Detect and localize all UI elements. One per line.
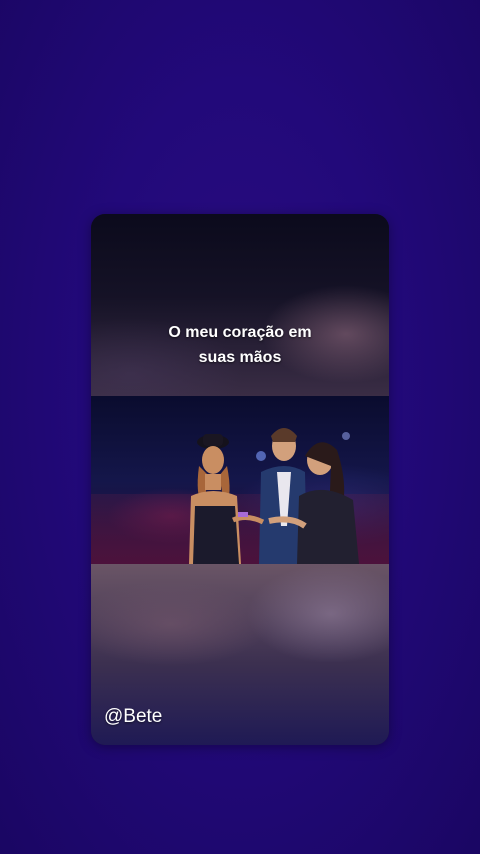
story-card[interactable]: O meu coração em suas mãos @Bete [91, 214, 389, 745]
caption-line-2: suas mãos [198, 349, 282, 366]
story-screen: O meu coração em suas mãos @Bete [0, 0, 480, 854]
caption-line-1: O meu coração em [168, 324, 312, 341]
video-frame[interactable] [91, 396, 389, 564]
performers-illustration [189, 428, 359, 564]
username-handle[interactable]: @Bete [104, 706, 162, 728]
story-caption: O meu coração em suas mãos [91, 320, 389, 370]
